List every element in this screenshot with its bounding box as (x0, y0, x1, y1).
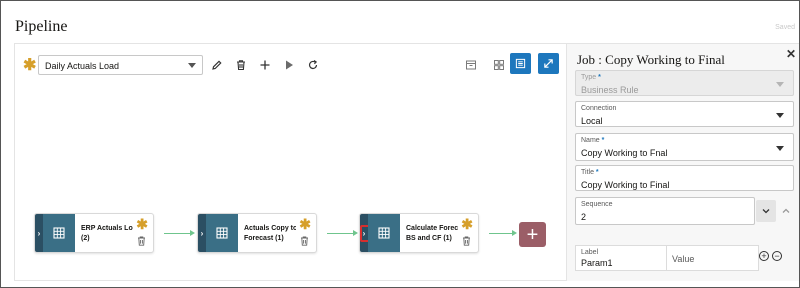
connection-select[interactable]: Connection Local (575, 101, 794, 127)
play-icon (286, 60, 293, 70)
arrow-right-icon (353, 230, 358, 236)
required-asterisk-icon: ✱ (23, 57, 37, 74)
sequence-increment-button[interactable] (776, 200, 796, 222)
chevron-down-icon (762, 209, 770, 214)
sequence-value: 2 (581, 212, 587, 222)
edit-button[interactable] (208, 56, 226, 74)
archive-icon (466, 60, 476, 70)
stage-connector (327, 233, 354, 234)
trash-icon (237, 60, 245, 71)
plus-icon: + (526, 223, 539, 246)
connection-value: Local (581, 116, 603, 126)
remove-parameter-button[interactable]: − (772, 251, 782, 261)
stage-connector (164, 233, 191, 234)
pipeline-stage-actuals-copy[interactable]: › Actuals Copy to Forecast (1) ✱ (197, 213, 317, 253)
name-select[interactable]: Name * Copy Working to Fnal (575, 133, 794, 161)
table-icon (216, 227, 228, 239)
stage-label: Calculate Forec BS and CF (1) (406, 225, 458, 242)
required-asterisk-icon: ✱ (461, 216, 473, 232)
refresh-icon (308, 60, 318, 69)
pipeline-window: Pipeline Saved ✱ Daily Actuals Load › ER (0, 0, 800, 288)
title-value: Copy Working to Final (581, 180, 670, 190)
table-icon (378, 227, 390, 239)
add-parameter-button[interactable]: + (759, 251, 769, 261)
pencil-icon (212, 60, 222, 70)
list-icon (515, 58, 526, 69)
expand-icon (544, 59, 553, 68)
parameter-row: Label Param1 Value (575, 245, 759, 271)
stage-connector (489, 233, 513, 234)
stage-icon (206, 214, 238, 252)
chevron-down-icon (776, 113, 784, 118)
add-button[interactable] (256, 56, 274, 74)
expand-stage-handle[interactable]: › (35, 214, 43, 252)
trash-icon[interactable] (462, 236, 471, 246)
param-value-cell[interactable]: Value (667, 246, 758, 270)
table-icon (53, 227, 65, 239)
expand-stage-handle[interactable]: › (198, 214, 206, 252)
plus-icon (260, 60, 270, 70)
chevron-down-icon (776, 82, 784, 87)
plus-circle-icon: + (761, 250, 767, 261)
page-title: Pipeline (15, 18, 68, 35)
required-asterisk-icon: ✱ (136, 216, 148, 232)
grid-view-button[interactable] (490, 56, 508, 74)
minus-circle-icon: − (774, 250, 780, 261)
arrow-right-icon (512, 230, 517, 236)
param-label-value: Param1 (581, 258, 613, 268)
stage-label: ERP Actuals Loa (2) (81, 225, 133, 242)
stage-icon (368, 214, 400, 252)
close-icon[interactable]: ✕ (786, 47, 796, 61)
pipeline-select[interactable]: Daily Actuals Load (38, 55, 203, 75)
chevron-right-icon: › (200, 228, 204, 238)
title-field[interactable]: Title * Copy Working to Final (575, 165, 794, 191)
param-label-cell[interactable]: Label Param1 (576, 246, 667, 270)
type-value: Business Rule (581, 85, 639, 95)
chevron-down-icon (188, 63, 196, 68)
chevron-down-icon (776, 146, 784, 151)
archive-button[interactable] (462, 56, 480, 74)
delete-button[interactable] (232, 56, 250, 74)
stage-icon (43, 214, 75, 252)
name-value: Copy Working to Fnal (581, 148, 668, 158)
run-button[interactable] (280, 56, 298, 74)
list-view-button[interactable] (510, 53, 531, 74)
sequence-input[interactable]: Sequence 2 (575, 197, 755, 225)
trash-icon[interactable] (300, 236, 309, 246)
trash-icon[interactable] (137, 236, 146, 246)
required-asterisk-icon: ✱ (299, 216, 311, 232)
sequence-decrement-button[interactable] (756, 200, 776, 222)
grid-icon (494, 60, 504, 70)
chevron-right-icon: › (37, 228, 41, 238)
type-field: Type * Business Rule (575, 70, 794, 96)
chevron-up-icon (782, 208, 790, 213)
pipeline-stage-calculate-forecast[interactable]: › Calculate Forec BS and CF (1) ✱ (359, 213, 479, 253)
job-panel-title: Job : Copy Working to Final (577, 52, 725, 67)
stage-label: Actuals Copy to Forecast (1) (244, 225, 296, 242)
pipeline-select-value: Daily Actuals Load (45, 61, 120, 71)
add-stage-button[interactable]: + (519, 222, 546, 247)
saved-status: Saved (775, 24, 795, 31)
refresh-button[interactable] (304, 56, 322, 74)
param-value-placeholder: Value (672, 254, 695, 264)
arrow-right-icon (190, 230, 195, 236)
pipeline-stage-erp-actuals[interactable]: › ERP Actuals Loa (2) ✱ (34, 213, 154, 253)
expand-button[interactable] (538, 53, 559, 74)
